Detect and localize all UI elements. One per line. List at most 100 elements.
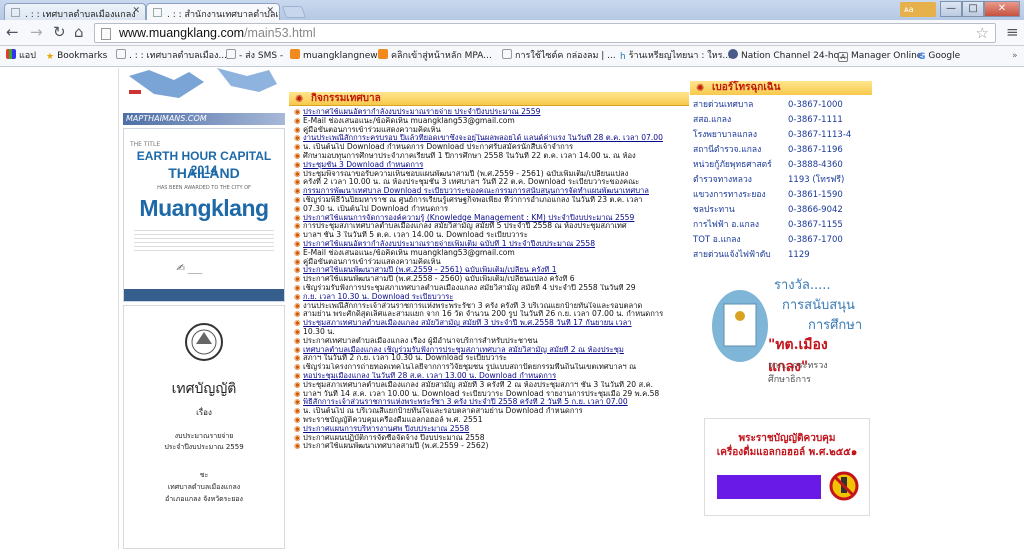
activity-item[interactable]: ◉ ประกาศใช้แผนพัฒนาสามปี (พ.ศ.2559 - 256… bbox=[294, 266, 686, 275]
activity-text[interactable]: E-Mail ช่องเสนอแนะ/ข้อคิดเห็น muangklang… bbox=[303, 249, 515, 257]
activity-text[interactable]: งานประเพณีสักการะครบรอบ ปีแล้วที่ยอดเขาซ… bbox=[303, 134, 663, 142]
activity-item[interactable]: ◉ พระราชบัญญัติควบคุมเครื่องดื่มแอลกอฮอล… bbox=[294, 416, 686, 425]
activity-item[interactable]: ◉ ประกาศใช้แผนการจัดการองค์ความรู้ (Know… bbox=[294, 214, 686, 223]
forward-icon[interactable]: → bbox=[30, 24, 43, 41]
activity-text[interactable]: เชิญร่วมโครงการถ่ายทอดเทคโนโลยีจากการวิจ… bbox=[303, 363, 636, 371]
activity-text[interactable]: หอประชุมเมืองแกลง ในวันที่ 28 ส.ค. เวลา … bbox=[303, 372, 556, 380]
maximize-button[interactable]: □ bbox=[962, 1, 984, 17]
activity-text[interactable]: เทศบาลตำบลเมืองแกลง เชิญร่วมรับฟังการประ… bbox=[303, 346, 624, 354]
activity-text[interactable]: ประกาศใช้แผนพัฒนาเทศบาลสามปี (พ.ศ.2559 -… bbox=[303, 442, 488, 450]
activity-text[interactable]: ประชุมพิจารณาขอรับความเห็นชอบแผนพัฒนาสาม… bbox=[303, 170, 628, 178]
activity-text[interactable]: ครั้งที่ 2 เวลา 10.00 น. ณ ห้องประชุมชั้… bbox=[303, 178, 639, 186]
activity-text[interactable]: E-Mail ช่องเสนอแนะ/ข้อคิดเห็น muangklang… bbox=[303, 117, 515, 125]
activity-item[interactable]: ◉ ประกาศใช้แผนพัฒนาเทศบาลสามปี (พ.ศ.2559… bbox=[294, 442, 686, 451]
address-bar[interactable]: www.muangklang.com/main53.html ☆ bbox=[94, 23, 996, 43]
alcohol-law-banner[interactable]: พระราชบัญญัติควบคุม เครื่องดื่มแอลกอฮอล์… bbox=[704, 418, 870, 516]
activity-text[interactable]: สภาฯ ในวันที่ 2 ก.ย. เวลา 10.30 น. Downl… bbox=[303, 354, 507, 362]
activity-item[interactable]: ◉ E-Mail ช่องเสนอแนะ/ข้อคิดเห็น muangkla… bbox=[294, 249, 686, 258]
bookmark-item[interactable]: Nation Channel 24-ho... bbox=[728, 49, 848, 63]
activity-item[interactable]: ◉ ประชุมสภาเทศบาลตำบลเมืองแกลง สมัยสามัญ… bbox=[294, 381, 686, 390]
activity-text[interactable]: พิธีสักการะเจ้าส่วนราชการแห่งพระพระรัชา … bbox=[303, 398, 628, 406]
activity-item[interactable]: ◉ ก.ย. เวลา 10.30 น. Download ระเบียบวาร… bbox=[294, 293, 686, 302]
bookmark-item[interactable]: คลิกเข้าสู่หน้าหลัก MPA... bbox=[378, 49, 492, 63]
activity-item[interactable]: ◉ งานประเพณีสักการะครบรอบ ปีแล้วที่ยอดเข… bbox=[294, 134, 686, 143]
activity-text[interactable]: 10.30 น. bbox=[303, 328, 335, 336]
menu-icon[interactable]: ≡ bbox=[1006, 23, 1019, 41]
back-icon[interactable]: ← bbox=[6, 24, 19, 41]
activity-item[interactable]: ◉ ประชุมชั้น 3 Download กำหนดการ bbox=[294, 161, 686, 170]
activity-item[interactable]: ◉ ประกาศแผนปฏิบัติการจัดซื้อจัดจ้าง ปีงบ… bbox=[294, 434, 686, 443]
activity-text[interactable]: พระราชบัญญัติควบคุมเครื่องดื่มแอลกอฮอล์ … bbox=[303, 416, 482, 424]
tab-muangklang[interactable]: . : : เทศบาลตำบลเมืองแกลง ✕ bbox=[4, 3, 146, 20]
activity-item[interactable]: ◉ ประกาศใช้แผนอัตรากำลังงบประมาณรายจ่ายเ… bbox=[294, 240, 686, 249]
activity-item[interactable]: ◉ ประกาศใช้แผนพัฒนาสามปี (พ.ศ.2558 - 256… bbox=[294, 275, 686, 284]
activity-item[interactable]: ◉ กรรมการพัฒนาเทศบาล Download ระเบียบวาร… bbox=[294, 187, 686, 196]
earth-hour-poster[interactable]: THE TITLE EARTH HOUR CAPITAL 2014 THAILA… bbox=[123, 128, 285, 302]
new-tab-button[interactable] bbox=[281, 6, 307, 18]
activity-item[interactable]: ◉ น. เป็นต้นไป Download กำหนดการ Downloa… bbox=[294, 143, 686, 152]
activity-item[interactable]: ◉ การประชุมสภาเทศบาลตำบลเมืองแกลง สมัยวิ… bbox=[294, 222, 686, 231]
bookmark-item[interactable]: G Google bbox=[918, 49, 960, 63]
activity-text[interactable]: งานประเพณีสักการะเจ้าส่วนราชการแห่งพระพร… bbox=[303, 302, 642, 310]
activity-item[interactable]: ◉ ครั้งที่ 2 เวลา 10.00 น. ณ ห้องประชุมช… bbox=[294, 178, 686, 187]
activity-item[interactable]: ◉ ประกาศใช้แผนอัตรากำลังงบประมาณรายจ่าย … bbox=[294, 108, 686, 117]
close-icon[interactable]: ✕ bbox=[132, 6, 140, 16]
bookmark-item[interactable]: h ร้านเหรียญไทยนา : ใหร... bbox=[620, 49, 731, 63]
activity-item[interactable]: ◉ ประกาศแผนการบริหารงานศพ ปีงบประมาณ 255… bbox=[294, 425, 686, 434]
close-icon[interactable]: ✕ bbox=[266, 6, 274, 16]
activity-text[interactable]: น. เป็นต้นไป ณ บริเวณสี่แยกป้ายทันใจและร… bbox=[303, 407, 583, 415]
activity-text[interactable]: ประกาศใช้แผนการจัดการองค์ความรู้ (Knowle… bbox=[303, 214, 634, 222]
star-icon[interactable]: ☆ bbox=[976, 24, 989, 42]
activity-text[interactable]: ประกาศใช้แผนพัฒนาสามปี (พ.ศ.2559 - 2561)… bbox=[303, 266, 556, 274]
bookmark-item[interactable]: muangklangnews bbox=[290, 49, 382, 63]
activity-item[interactable]: ◉ ประชุมพิจารณาขอรับความเห็นชอบแผนพัฒนาส… bbox=[294, 170, 686, 179]
activity-item[interactable]: ◉ สภาฯ ในวันที่ 2 ก.ย. เวลา 10.30 น. Dow… bbox=[294, 354, 686, 363]
bookmark-item[interactable]: . : : เทศบาลตำบลเมือง... bbox=[116, 49, 227, 63]
activity-item[interactable]: ◉ ประชุมสภาเทศบาลตำบลเมืองแกลง สมัยวิสาม… bbox=[294, 319, 686, 328]
activity-text[interactable]: บาลฯ ชั้น 3 ในวันที่ 5 ต.ค. เวลา 14.00 น… bbox=[303, 231, 528, 239]
activity-text[interactable]: ก.ย. เวลา 10.30 น. Download ระเบียบวาระ bbox=[303, 293, 453, 301]
activity-text[interactable]: ศึกษามอบทุนการศึกษาประจำภาคเรียนที่ 1 ปี… bbox=[303, 152, 636, 160]
reload-icon[interactable]: ↻ bbox=[53, 24, 66, 41]
activity-text[interactable]: ประชุมชั้น 3 Download กำหนดการ bbox=[303, 161, 423, 169]
activity-text[interactable]: ประชุมสภาเทศบาลตำบลเมืองแกลง สมัยวิสามัญ… bbox=[303, 319, 632, 327]
activity-text[interactable]: กรรมการพัฒนาเทศบาล Download ระเบียบวาระข… bbox=[303, 187, 649, 195]
activity-item[interactable]: ◉ เทศบาลตำบลเมืองแกลง เชิญร่วมรับฟังการป… bbox=[294, 346, 686, 355]
bookmark-item[interactable]: A Manager Online bbox=[838, 49, 922, 63]
activity-text[interactable]: คู่มือขั้นตอนการเข้าร่วมแสดงความคิดเห็น bbox=[303, 126, 441, 134]
activity-text[interactable]: ประกาศแผนการบริหารงานศพ ปีงบประมาณ 2558 bbox=[303, 425, 469, 433]
activity-item[interactable]: ◉ เชิญร่วมพิธีวันปิยมหาราช ณ ศูนย์การเรี… bbox=[294, 196, 686, 205]
activity-item[interactable]: ◉ เชิญร่วมรับฟังการประชุมสภาเทศบาลตำบลเม… bbox=[294, 284, 686, 293]
bookmark-item[interactable]: การใช้ไซต์ค กล่องลม | ... bbox=[502, 49, 616, 63]
activity-item[interactable]: ◉ เชิญร่วมโครงการถ่ายทอดเทคโนโลยีจากการว… bbox=[294, 363, 686, 372]
activity-text[interactable]: คู่มือขั้นตอนการเข้าร่วมแสดงความคิดเห็น bbox=[303, 258, 441, 266]
activity-item[interactable]: ◉ บาลฯ ชั้น 3 ในวันที่ 5 ต.ค. เวลา 14.00… bbox=[294, 231, 686, 240]
url-text[interactable]: www.muangklang.com/main53.html bbox=[119, 26, 316, 40]
activity-item[interactable]: ◉ บาลฯ วันที่ 14 ส.ค. เวลา 10.00 น. Down… bbox=[294, 390, 686, 399]
activity-item[interactable]: ◉ E-Mail ช่องเสนอแนะ/ข้อคิดเห็น muangkla… bbox=[294, 117, 686, 126]
activity-text[interactable]: บาลฯ วันที่ 14 ส.ค. เวลา 10.00 น. Downlo… bbox=[303, 390, 659, 398]
activity-text[interactable]: น. เป็นต้นไป Download กำหนดการ Download … bbox=[303, 143, 573, 151]
activity-item[interactable]: ◉ หอประชุมเมืองแกลง ในวันที่ 28 ส.ค. เวล… bbox=[294, 372, 686, 381]
activity-item[interactable]: ◉ พิธีสักการะเจ้าส่วนราชการแห่งพระพระรัช… bbox=[294, 398, 686, 407]
bookmark-item[interactable]: - ส่ง SMS - bbox=[226, 49, 283, 63]
activity-item[interactable]: ◉ ศึกษามอบทุนการศึกษาประจำภาคเรียนที่ 1 … bbox=[294, 152, 686, 161]
activity-text[interactable]: ประกาศแผนปฏิบัติการจัดซื้อจัดจ้าง ปีงบปร… bbox=[303, 434, 485, 442]
close-window-button[interactable]: ✕ bbox=[984, 1, 1020, 17]
decree-panel[interactable]: เทศบัญญัติ เรื่อง งบประมาณรายจ่าย ประจำป… bbox=[123, 305, 285, 549]
profile-button[interactable]: ᴀa bbox=[900, 2, 936, 17]
activity-text[interactable]: การประชุมสภาเทศบาลตำบลเมืองแกลง สมัยวิสา… bbox=[303, 222, 627, 230]
minimize-button[interactable]: — bbox=[940, 1, 962, 17]
activity-text[interactable]: เชิญร่วมรับฟังการประชุมสภาเทศบาลตำบลเมือ… bbox=[303, 284, 636, 292]
activity-item[interactable]: ◉ 10.30 น. bbox=[294, 328, 686, 337]
activity-text[interactable]: เชิญร่วมพิธีวันปิยมหาราช ณ ศูนย์การเรียน… bbox=[303, 196, 642, 204]
activity-item[interactable]: ◉ งานประเพณีสักการะเจ้าส่วนราชการแห่งพระ… bbox=[294, 302, 686, 311]
home-icon[interactable]: ⌂ bbox=[74, 24, 84, 41]
activity-item[interactable]: ◉ คู่มือขั้นตอนการเข้าร่วมแสดงความคิดเห็… bbox=[294, 258, 686, 267]
bookmark-folder[interactable]: ★ Bookmarks bbox=[46, 49, 107, 63]
tab-office[interactable]: . : : สำนักงานเทศบาลตำบลเ ✕ bbox=[146, 3, 280, 20]
activity-text[interactable]: สามย่าน พระศักดิ์สุดเลิศและสามแยก จาก 16… bbox=[303, 310, 663, 318]
activity-text[interactable]: ประกาศเทศบาลตำบลเมืองแกลง เรื่อง ผู้มีอำ… bbox=[303, 337, 538, 345]
activity-item[interactable]: ◉ คู่มือขั้นตอนการเข้าร่วมแสดงความคิดเห็… bbox=[294, 126, 686, 135]
education-award-banner[interactable]: รางวัล..... การสนับสนุน การศึกษา "ทต.เมื… bbox=[704, 264, 864, 410]
